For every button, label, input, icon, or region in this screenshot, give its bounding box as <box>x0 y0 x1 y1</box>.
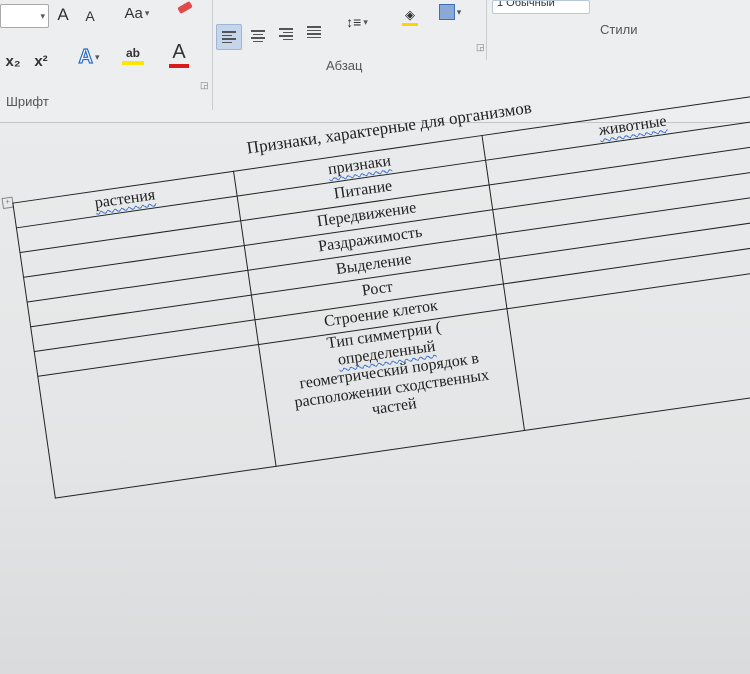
borders-button[interactable]: ▾ <box>430 0 470 24</box>
font-size-dropdown[interactable]: ▾ <box>0 4 49 28</box>
align-left-icon <box>222 31 236 43</box>
superscript-button[interactable]: x² <box>30 50 52 72</box>
change-case-button[interactable]: Aa ▾ <box>116 2 158 24</box>
change-case-label: Aa <box>124 4 143 22</box>
justify-button[interactable] <box>302 20 326 44</box>
document-page[interactable]: Признаки, характерные для организмов + р… <box>0 92 750 674</box>
line-spacing-icon: ↕≡ <box>346 14 362 30</box>
font-color-bar <box>169 63 189 68</box>
align-right-icon <box>279 28 293 40</box>
font-dialog-launcher-icon[interactable]: ◲ <box>200 80 209 91</box>
align-right-button[interactable] <box>274 22 298 46</box>
chevron-down-icon: ▾ <box>144 7 150 18</box>
style-normal-label: 1 Обычный <box>497 0 555 9</box>
text-effects-button[interactable]: A ▾ <box>70 44 108 70</box>
style-normal-button[interactable]: 1 Обычный <box>492 0 590 14</box>
shading-button[interactable]: ◈ <box>392 4 428 28</box>
group-divider <box>212 0 213 110</box>
shading-color-bar <box>402 22 418 26</box>
highlight-color-bar <box>122 60 144 65</box>
borders-icon <box>438 4 455 20</box>
font-group-label: Шрифт <box>6 94 49 109</box>
align-center-icon <box>251 30 265 42</box>
subscript-button[interactable]: x₂ <box>2 50 24 72</box>
styles-group-label: Стили <box>600 22 638 37</box>
shrink-font-button[interactable]: A <box>80 6 100 26</box>
highlighter-icon: ab <box>125 45 140 60</box>
highlight-color-button[interactable]: ab <box>112 40 154 70</box>
chevron-down-icon: ▾ <box>94 51 100 62</box>
chevron-down-icon: ▾ <box>40 10 45 21</box>
organisms-table: растения признаки животные Питание Перед… <box>12 92 750 499</box>
eraser-icon <box>177 0 193 14</box>
font-color-button[interactable]: A <box>158 38 200 70</box>
grow-font-button[interactable]: A <box>52 4 74 26</box>
font-color-icon: A <box>172 40 186 63</box>
paint-bucket-icon: ◈ <box>405 6 415 22</box>
align-left-button[interactable] <box>216 24 242 50</box>
group-divider <box>486 0 487 60</box>
chevron-down-icon: ▾ <box>456 6 462 17</box>
clear-formatting-button[interactable] <box>174 0 196 14</box>
line-spacing-button[interactable]: ↕≡ ▾ <box>338 10 376 34</box>
chevron-down-icon: ▾ <box>363 16 368 27</box>
paragraph-group-label: Абзац <box>326 58 363 73</box>
paragraph-dialog-launcher-icon[interactable]: ◲ <box>476 42 485 53</box>
text-effects-icon: A <box>78 45 94 68</box>
justify-icon <box>307 26 321 38</box>
align-center-button[interactable] <box>246 24 270 48</box>
document-body: Признаки, характерные для организмов + р… <box>1 62 750 569</box>
